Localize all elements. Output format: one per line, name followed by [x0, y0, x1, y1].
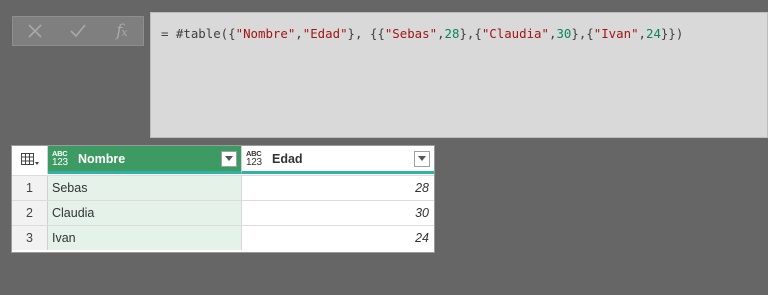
- column-name: Nombre: [78, 151, 126, 166]
- close-icon: [28, 24, 42, 38]
- formula-token: }}): [660, 26, 684, 41]
- table-row: 3 Ivan 24: [12, 225, 434, 250]
- column-filter-button[interactable]: [221, 150, 237, 167]
- formula-token: }, {{: [347, 26, 385, 41]
- formula-bar-buttons: fx: [12, 16, 144, 46]
- check-icon: [70, 24, 86, 38]
- formula-token: "Edad": [302, 26, 348, 41]
- table-header: ABC 123 Nombre ABC 123 Edad: [12, 146, 434, 174]
- cell-nombre[interactable]: Ivan: [48, 226, 241, 250]
- any-type-icon[interactable]: ABC 123: [246, 149, 268, 168]
- row-number[interactable]: 3: [12, 226, 48, 250]
- table-row: 2 Claudia 30: [12, 200, 434, 225]
- column-header-nombre[interactable]: ABC 123 Nombre: [48, 146, 241, 174]
- insert-function-button[interactable]: fx: [100, 16, 143, 46]
- fx-icon: fx: [116, 21, 128, 41]
- commit-button[interactable]: [56, 16, 99, 46]
- column-name: Edad: [272, 151, 303, 166]
- formula-token: ,: [437, 26, 445, 41]
- cell-edad[interactable]: 30: [241, 201, 434, 225]
- formula-token: ,: [638, 26, 646, 41]
- chevron-down-icon: [225, 156, 233, 161]
- formula-token: 28: [444, 26, 460, 41]
- row-number[interactable]: 2: [12, 201, 48, 225]
- formula-token: },{: [459, 26, 482, 41]
- data-table: ABC 123 Nombre ABC 123 Edad 1 Sebas 28 2…: [11, 145, 435, 253]
- cancel-button[interactable]: [13, 16, 56, 46]
- formula-token: "Nombre": [235, 26, 296, 41]
- table-menu-button[interactable]: [12, 146, 48, 174]
- chevron-down-icon: [418, 156, 426, 161]
- cell-edad[interactable]: 28: [241, 176, 434, 200]
- cell-nombre[interactable]: Claudia: [48, 201, 241, 225]
- formula-token: 30: [556, 26, 572, 41]
- cell-nombre[interactable]: Sebas: [48, 176, 241, 200]
- column-header-edad[interactable]: ABC 123 Edad: [241, 146, 434, 174]
- formula-token: "Ivan": [593, 26, 639, 41]
- formula-token: 24: [646, 26, 661, 41]
- column-filter-button[interactable]: [414, 150, 430, 167]
- formula-input[interactable]: = #table({"Nombre","Edad"}, {{"Sebas",28…: [150, 12, 768, 138]
- row-number[interactable]: 1: [12, 176, 48, 200]
- formula-token: "Sebas": [384, 26, 438, 41]
- formula-token: "Claudia": [481, 26, 549, 41]
- any-type-icon[interactable]: ABC 123: [52, 149, 74, 168]
- formula-token: },{: [571, 26, 594, 41]
- table-menu-icon: [20, 153, 39, 165]
- table-row: 1 Sebas 28: [12, 175, 434, 200]
- formula-token: = #table({: [161, 26, 236, 41]
- cell-edad[interactable]: 24: [241, 226, 434, 250]
- formula-token: ,: [295, 26, 303, 41]
